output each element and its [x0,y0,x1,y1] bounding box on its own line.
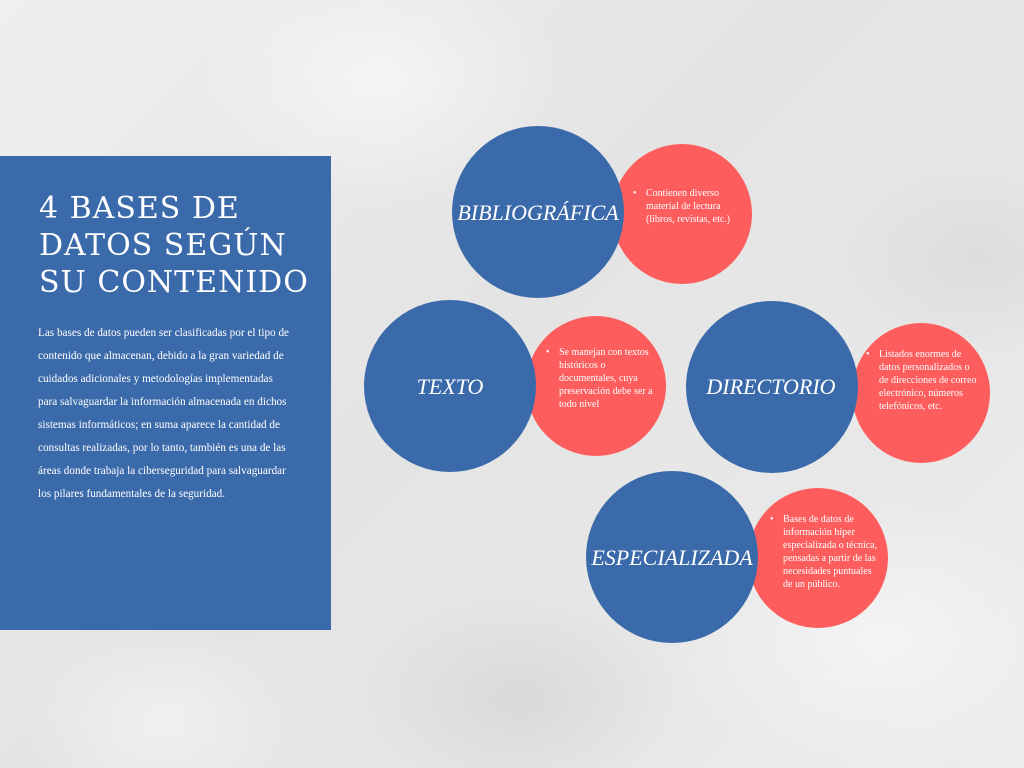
bibliografica-label: BIBLIOGRÁFICA [457,200,619,225]
especializada-detail-text: Bases de datos de información híper espe… [783,514,878,590]
especializada-detail: • Bases de datos de información híper es… [770,513,881,591]
page-title: 4 BASES DE DATOS SEGÚN SU CONTENIDO [39,191,309,300]
panel-description: Las bases de datos pueden ser clasificad… [38,327,290,500]
texto-label: TEXTO [416,374,484,399]
texto-detail: • Se manejan con textos históricos o doc… [546,346,655,411]
bullet-icon: • [546,347,550,358]
directorio-label: DIRECTORIO [706,374,836,399]
texto-detail-text: Se manejan con textos históricos o docum… [559,347,653,410]
bullet-icon: • [770,514,774,525]
directorio-detail-text: Listados enormes de datos personalizados… [879,349,977,412]
especializada-label: ESPECIALIZADA [591,545,753,570]
directorio-detail: • Listados enormes de datos personalizad… [866,348,977,413]
bibliografica-detail: • Contienen diverso material de lectura … [633,187,746,226]
info-panel: 4 BASES DE DATOS SEGÚN SU CONTENIDO Las … [0,156,331,630]
bullet-icon: • [633,188,637,199]
bullet-icon: • [866,349,870,360]
bibliografica-detail-text: Contienen diverso material de lectura (l… [646,188,731,225]
